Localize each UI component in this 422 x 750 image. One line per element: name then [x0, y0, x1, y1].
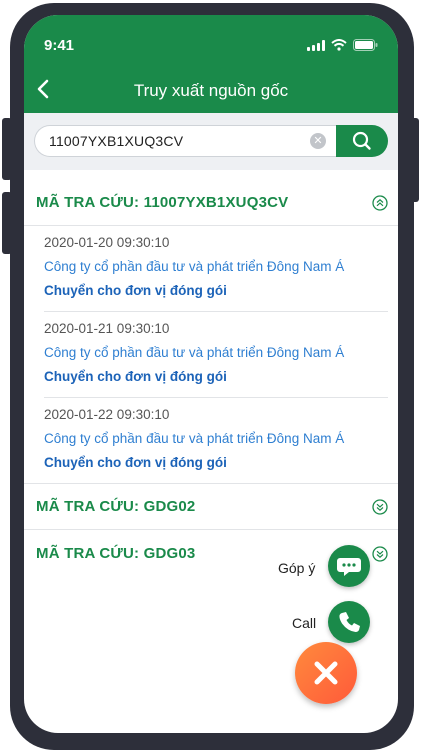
- list-item: 2020-01-22 09:30:10 Công ty cổ phần đầu …: [24, 398, 398, 484]
- list-item: 2020-01-20 09:30:10 Công ty cổ phần đầu …: [44, 226, 388, 312]
- section-title: MÃ TRA CỨU: 11007YXB1XUQ3CV: [36, 194, 289, 211]
- phone-icon: [339, 612, 360, 632]
- entry-company-link[interactable]: Công ty cổ phần đầu tư và phát triển Đôn…: [44, 345, 344, 360]
- search-icon: [352, 131, 371, 150]
- battery-icon: [353, 39, 378, 51]
- close-fab-button[interactable]: [295, 642, 357, 704]
- chevron-down-icon[interactable]: [372, 499, 388, 515]
- entry-date: 2020-01-21 09:30:10: [44, 321, 170, 336]
- entry-action-link[interactable]: Chuyển cho đơn vị đóng gói: [44, 455, 227, 470]
- chat-icon: [337, 558, 361, 576]
- entry-date: 2020-01-20 09:30:10: [44, 235, 170, 250]
- status-time: 9:41: [44, 37, 75, 54]
- signal-icon: [307, 39, 325, 51]
- entry-company-link[interactable]: Công ty cổ phần đầu tư và phát triển Đôn…: [44, 431, 344, 446]
- status-icons: [307, 39, 378, 51]
- search-input-value: 11007YXB1XUQ3CV: [49, 133, 184, 149]
- section-header[interactable]: MÃ TRA CỨU: 11007YXB1XUQ3CV: [24, 180, 398, 226]
- section-title: MÃ TRA CỨU: GDG03: [36, 545, 196, 562]
- search-input[interactable]: 11007YXB1XUQ3CV ✕: [34, 125, 336, 157]
- chevron-up-icon[interactable]: [372, 195, 388, 211]
- entry-date: 2020-01-22 09:30:10: [44, 407, 170, 422]
- section-header[interactable]: MÃ TRA CỨU: GDG02: [24, 484, 398, 530]
- search-bar: 11007YXB1XUQ3CV ✕: [24, 113, 398, 170]
- clear-icon[interactable]: ✕: [310, 133, 326, 149]
- section-title: MÃ TRA CỨU: GDG02: [36, 498, 196, 515]
- page-title: Truy xuất nguồn gốc: [133, 81, 289, 100]
- close-icon: [314, 661, 338, 685]
- app-header: 9:41 Truy xuất nguồn gốc: [24, 15, 398, 113]
- entry-action-link[interactable]: Chuyển cho đơn vị đóng gói: [44, 369, 227, 384]
- search-button[interactable]: [336, 125, 388, 157]
- call-label: Call: [292, 615, 317, 631]
- chevron-down-icon[interactable]: [372, 546, 388, 562]
- call-button[interactable]: [328, 601, 370, 643]
- entry-company-link[interactable]: Công ty cổ phần đầu tư và phát triển Đôn…: [44, 259, 344, 274]
- list-item: 2020-01-21 09:30:10 Công ty cổ phần đầu …: [44, 312, 388, 398]
- entry-action-link[interactable]: Chuyển cho đơn vị đóng gói: [44, 283, 227, 298]
- wifi-icon: [331, 39, 347, 51]
- feedback-label: Góp ý: [278, 560, 316, 576]
- feedback-button[interactable]: [328, 545, 370, 587]
